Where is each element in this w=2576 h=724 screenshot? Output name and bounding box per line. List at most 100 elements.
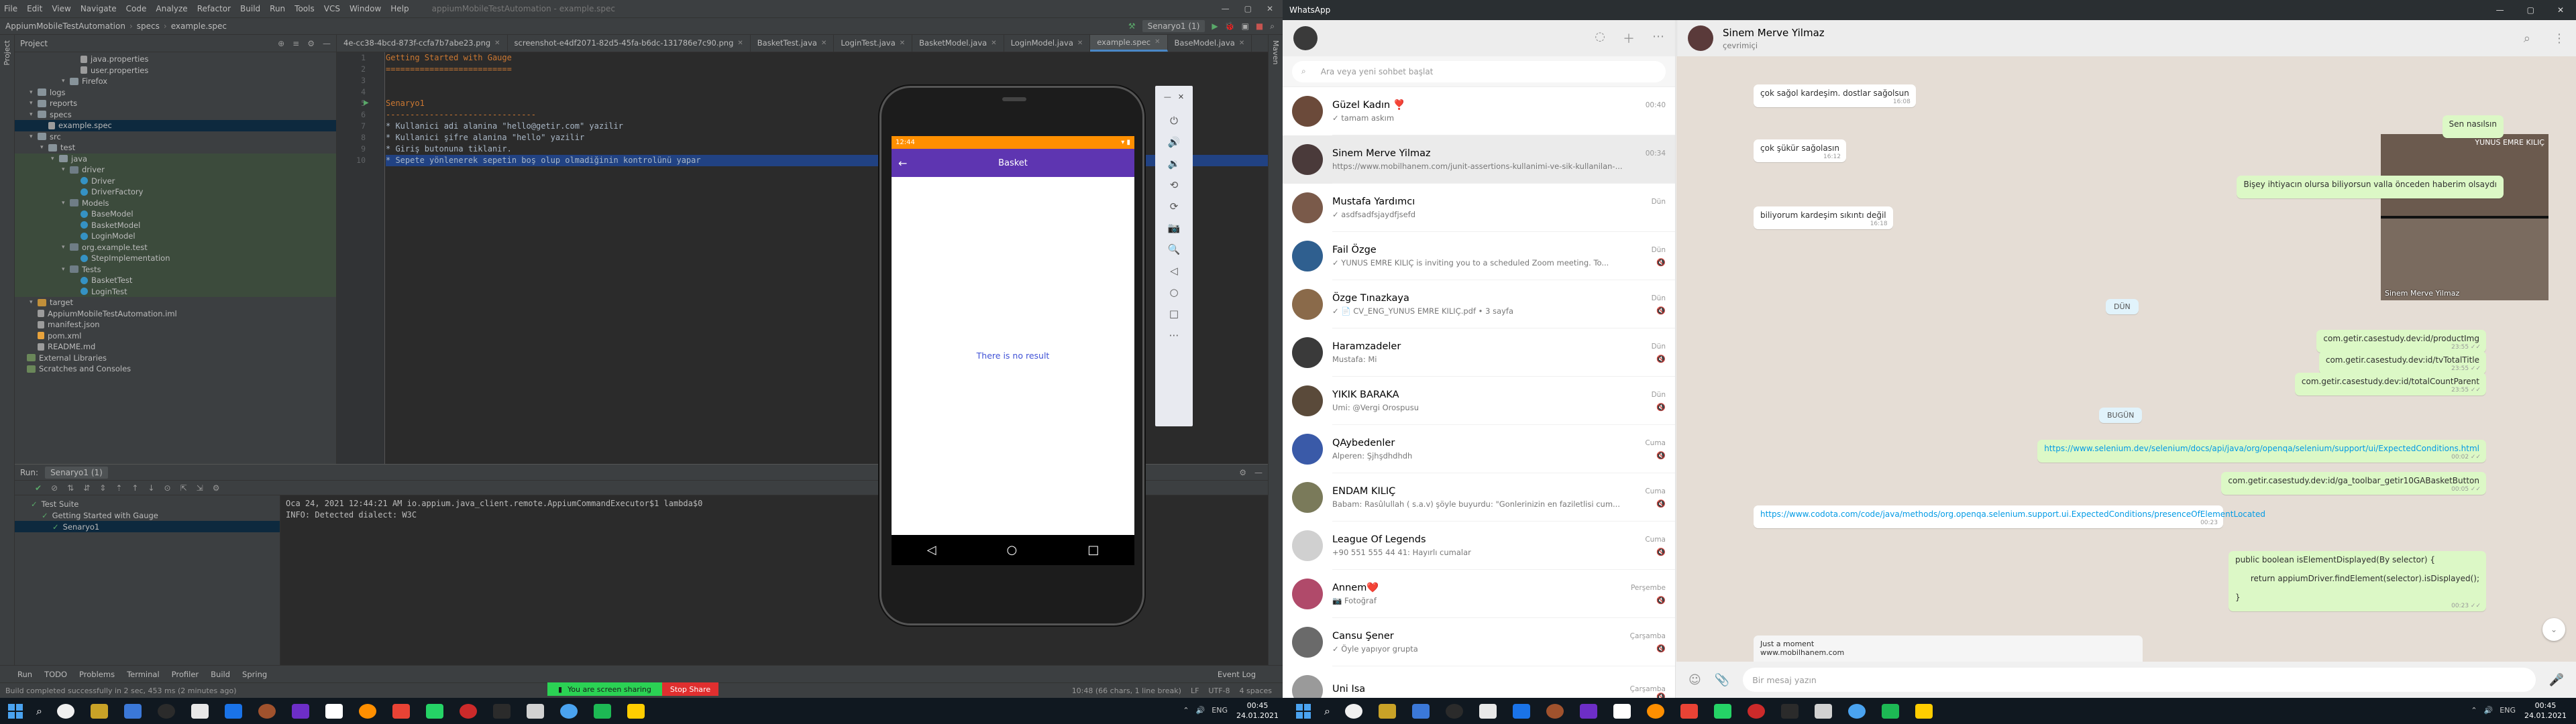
chevron-icon[interactable]: ▾ xyxy=(30,89,38,96)
status-item[interactable]: LF xyxy=(1191,686,1199,695)
close-tab-icon[interactable]: ✕ xyxy=(900,40,905,47)
breadcrumb-project[interactable]: AppiumMobileTestAutomation xyxy=(5,21,125,31)
outgoing-message[interactable]: public boolean isElementDisplayed(By sel… xyxy=(2228,551,2486,611)
cancel-icon[interactable]: ⊘ xyxy=(51,483,58,493)
chevron-icon[interactable]: ▾ xyxy=(30,100,38,107)
close-tab-icon[interactable]: ✕ xyxy=(1077,40,1083,47)
taskbar-app-icon[interactable] xyxy=(593,703,611,719)
taskbar-app-icon[interactable] xyxy=(258,703,276,719)
chat-list-item[interactable]: Fail Özge Dün ✓ YUNUS EMRE KILIÇ is inviti… xyxy=(1283,232,1675,280)
chevron-icon[interactable]: ▾ xyxy=(62,200,70,206)
contact-name[interactable]: Sinem Merve Yilmaz xyxy=(1723,27,1825,39)
taskbar-app-icon[interactable] xyxy=(325,703,343,719)
rotate-right-icon[interactable]: ⟳ xyxy=(1170,200,1179,213)
breadcrumb-folder[interactable]: specs xyxy=(137,21,160,31)
video-call-overlay[interactable]: YUNUS EMRE KILIÇ Sinem Merve Yilmaz xyxy=(2381,134,2548,300)
menu-code[interactable]: Code xyxy=(126,4,147,13)
scroll-down-button[interactable]: ⌄ xyxy=(2542,618,2565,641)
tree-item[interactable]: External Libraries xyxy=(15,353,336,364)
tree-item[interactable]: ▾ driver xyxy=(15,164,336,176)
taskbar-app-icon[interactable] xyxy=(123,703,142,719)
chat-list-item[interactable]: Güzel Kadın ❣️ 00:40 ✓ tamam askım xyxy=(1283,87,1675,135)
microphone-icon[interactable]: 🎤 xyxy=(2549,673,2564,687)
taskbar-app-icon[interactable] xyxy=(1445,703,1463,719)
stop-icon[interactable]: ■ xyxy=(1256,21,1263,31)
chevron-icon[interactable]: ▾ xyxy=(62,166,70,173)
menu-build[interactable]: Build xyxy=(240,4,260,13)
chevron-icon[interactable]: ▾ xyxy=(62,244,70,251)
video-tile[interactable]: Sinem Merve Yilmaz xyxy=(2381,219,2548,300)
incoming-message[interactable]: çok şükür sağolasın 16:12 xyxy=(1754,139,1846,162)
tool-tab-run[interactable]: Run xyxy=(17,670,32,679)
close-icon[interactable]: ✕ xyxy=(1267,4,1273,13)
new-chat-icon[interactable]: ＋ xyxy=(1623,29,1635,47)
tool-tab-todo[interactable]: TODO xyxy=(44,670,67,679)
editor-tab[interactable]: BasketModel.java ✕ xyxy=(912,35,1004,52)
tree-item[interactable]: ▾ Models xyxy=(15,197,336,208)
tree-item[interactable]: ▾ src xyxy=(15,131,336,143)
tree-item[interactable]: user.properties xyxy=(15,65,336,76)
taskbar-app-icon[interactable] xyxy=(358,703,376,719)
event-log-tab[interactable]: Event Log xyxy=(1218,670,1283,679)
minimize-icon[interactable]: — xyxy=(1222,4,1230,13)
settings-icon[interactable]: ⚙ xyxy=(213,483,220,493)
tree-item[interactable]: ▾ java xyxy=(15,153,336,164)
tree-item[interactable]: BasketTest xyxy=(15,275,336,286)
export-icon[interactable]: ⇱ xyxy=(180,483,187,493)
outgoing-message[interactable]: com.getir.casestudy.dev:id/productImg 23:… xyxy=(2316,330,2486,353)
tree-item[interactable]: pom.xml xyxy=(15,330,336,342)
menu-window[interactable]: Window xyxy=(350,4,381,13)
menu-vcs[interactable]: VCS xyxy=(324,4,340,13)
search-icon[interactable]: ⌕ xyxy=(1270,21,1275,32)
taskbar-app-icon[interactable] xyxy=(191,703,209,719)
menu-refactor[interactable]: Refactor xyxy=(197,4,231,13)
tool-tab-spring[interactable]: Spring xyxy=(242,670,267,679)
outgoing-message[interactable]: Bişey ihtiyacın olursa biliyorsun valla … xyxy=(2237,176,2504,198)
breadcrumb-file[interactable]: example.spec xyxy=(171,21,227,31)
outgoing-message[interactable]: com.getir.casestudy.dev:id/totalCountPar… xyxy=(2294,373,2486,396)
project-panel-title[interactable]: Project xyxy=(20,39,48,48)
search-icon[interactable]: ⌕ xyxy=(2524,32,2530,46)
taskbar-app-icon[interactable] xyxy=(1780,703,1799,719)
taskbar-app-icon[interactable] xyxy=(425,703,443,719)
status-icon[interactable]: ◌ xyxy=(1595,29,1605,47)
project-tool-tab[interactable]: Project xyxy=(3,40,11,66)
chat-list-item[interactable]: Uni Isa Çarşamba 🔇 xyxy=(1283,666,1675,698)
tree-item[interactable]: Scratches and Consoles xyxy=(15,363,336,375)
chevron-icon[interactable]: ▾ xyxy=(51,156,59,162)
taskbar-app-icon[interactable] xyxy=(1847,703,1866,719)
tree-item[interactable]: ▾ logs xyxy=(15,87,336,99)
collapse-icon[interactable]: ≡ xyxy=(292,39,299,48)
overview-icon[interactable]: □ xyxy=(1169,308,1179,320)
chat-list-item[interactable]: QAybedenler Cuma Alperen: Şjhşdhdhdh 🔇 xyxy=(1283,425,1675,473)
close-tab-icon[interactable]: ✕ xyxy=(1239,40,1244,47)
menu-file[interactable]: File xyxy=(4,4,17,13)
menu-navigate[interactable]: Navigate xyxy=(80,4,117,13)
chat-list-item[interactable]: YIKIK BARAKA Dün Umi: @Vergi Orospusu 🔇 xyxy=(1283,377,1675,425)
rotate-left-icon[interactable]: ⟲ xyxy=(1170,179,1179,191)
status-item[interactable]: 10:48 (66 chars, 1 line break) xyxy=(1072,686,1181,695)
nav-back-icon[interactable]: ◁ xyxy=(927,543,936,557)
run-icon[interactable]: ▶ xyxy=(1212,21,1218,31)
chat-list-item[interactable]: League Of Legends Cuma +90 551 555 44 41: … xyxy=(1283,522,1675,570)
chat-list-item[interactable]: ENDAM KILIÇ Cuma Babam: Rasûlullah ( s.a.v… xyxy=(1283,473,1675,522)
chat-list-item[interactable]: Sinem Merve Yilmaz 00:34 https://www.mobil… xyxy=(1283,135,1675,184)
coverage-icon[interactable]: ▣ xyxy=(1242,21,1249,31)
close-tab-icon[interactable]: ✕ xyxy=(737,40,743,47)
run-config-select[interactable]: Senaryo1 (1) xyxy=(1142,20,1205,32)
volume-down-icon[interactable]: 🔉 xyxy=(1168,158,1181,170)
taskbar-app-icon[interactable] xyxy=(1680,703,1698,719)
test-node[interactable]: ✓ Getting Started with Gauge xyxy=(15,509,280,521)
tree-item[interactable]: DriverFactory xyxy=(15,186,336,198)
taskbar-app-icon[interactable] xyxy=(1881,703,1899,719)
minimize-icon[interactable]: — xyxy=(1164,93,1171,101)
run-config-tab[interactable]: Senaryo1 (1) xyxy=(45,466,108,479)
tree-item[interactable]: Driver xyxy=(15,175,336,186)
tree-item[interactable]: ▾ specs xyxy=(15,109,336,121)
tree-item[interactable]: ▾ reports xyxy=(15,98,336,109)
emulator-screen[interactable]: 12:44 ▾ ▮ ← Basket There is no result ◁ … xyxy=(892,136,1134,565)
menu-edit[interactable]: Edit xyxy=(27,4,42,13)
zoom-icon[interactable]: 🔍 xyxy=(1168,243,1181,255)
taskbar-app-icon[interactable] xyxy=(1579,703,1597,719)
hammer-icon[interactable]: ⚒ xyxy=(1128,21,1136,31)
